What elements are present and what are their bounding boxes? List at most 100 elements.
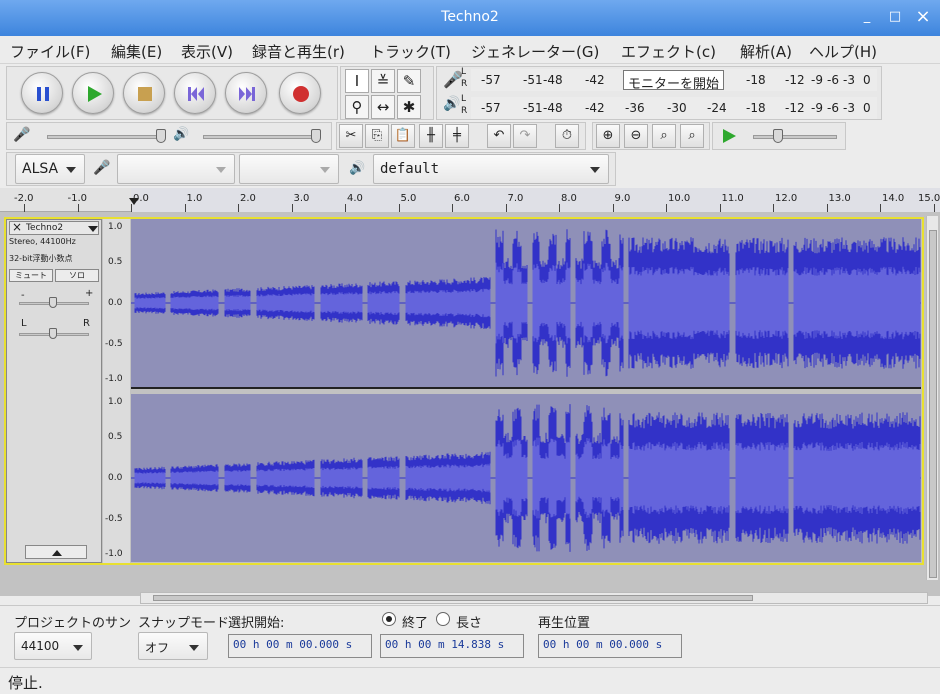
pause-button[interactable]	[21, 72, 63, 114]
menu-transport[interactable]: 録音と再生(r)	[252, 41, 345, 62]
silence-button[interactable]: ╪	[445, 124, 469, 148]
zoom-in-button[interactable]: ⊕	[596, 124, 620, 148]
playback-meter-tick: -42	[585, 101, 605, 115]
playback-speed-thumb[interactable]	[773, 129, 783, 143]
ruler-tick-label: 8.0	[561, 193, 577, 204]
horizontal-scrollbar-thumb[interactable]	[153, 595, 753, 601]
envelope-tool[interactable]: ≚	[371, 69, 395, 93]
trim-audio-icon: ╫	[427, 128, 435, 143]
playback-device-select[interactable]: default	[373, 154, 609, 184]
pause-icon	[37, 87, 49, 101]
menu-tracks[interactable]: トラック(T)	[370, 41, 451, 62]
playback-meter-right-label: R	[461, 106, 468, 116]
maximize-button[interactable]: □	[886, 9, 904, 24]
record-meter[interactable]: -57 -51 -48 -42 -18 -12 -9 -6 -3 0 モニターを…	[471, 69, 877, 92]
selection-start-time[interactable]: 00 h 00 m 00.000 s	[228, 634, 372, 658]
track-name-menu[interactable]: Techno2	[26, 223, 63, 233]
draw-tool[interactable]: ✎	[397, 69, 421, 93]
solo-button[interactable]: ソロ	[55, 269, 99, 282]
radio-dot-icon	[386, 616, 392, 622]
copy-button[interactable]: ⎘	[365, 124, 389, 148]
project-rate-select[interactable]: 44100	[14, 632, 92, 660]
audio-position-time[interactable]: 00 h 00 m 00.000 s	[538, 634, 682, 658]
menu-analyze[interactable]: 解析(A)	[740, 41, 792, 62]
ruler-tick-mark	[398, 204, 400, 212]
redo-button[interactable]: ↷	[513, 124, 537, 148]
recording-volume-slider[interactable]	[47, 135, 165, 139]
audio-host-select[interactable]: ALSA	[15, 154, 85, 184]
ruler-tick-mark	[773, 204, 774, 212]
menu-generate[interactable]: ジェネレーター(G)	[471, 41, 599, 62]
menu-file[interactable]: ファイル(F)	[10, 41, 90, 62]
start-monitoring-button[interactable]: モニターを開始	[623, 70, 725, 92]
timeline-ruler[interactable]: -2.0 -1.0 0.0 1.0 2.0 3.0 4.0 5.0 6.0 7.0 8.0 9.0 10…	[0, 188, 940, 212]
ruler-tick-mark	[24, 204, 25, 212]
playback-meter[interactable]: -57 -51 -48 -42 -36 -30 -24 -18 -12 -9 -…	[471, 97, 877, 119]
silence-audio-icon: ╪	[453, 128, 461, 143]
menu-effect[interactable]: エフェクト(c)	[621, 41, 716, 62]
skip-to-start-button[interactable]	[174, 72, 216, 114]
selection-tool[interactable]: I	[345, 69, 369, 93]
skip-to-end-button[interactable]	[225, 72, 267, 114]
waveform-left-channel[interactable]	[131, 219, 921, 387]
pencil-icon: ✎	[402, 72, 416, 90]
paste-button[interactable]: 📋	[391, 124, 415, 148]
playback-meter-tick: -57	[481, 101, 501, 115]
zoom-out-button[interactable]: ⊖	[624, 124, 648, 148]
playback-volume-slider[interactable]	[203, 135, 319, 139]
playback-speed-slider[interactable]	[753, 135, 837, 139]
menu-help[interactable]: ヘルプ(H)	[809, 41, 877, 62]
timer-icon: ⏱	[561, 128, 573, 143]
close-button[interactable]: ×	[914, 6, 932, 27]
mute-button[interactable]: ミュート	[9, 269, 53, 282]
end-radio[interactable]	[382, 612, 396, 626]
menu-edit[interactable]: 編集(E)	[111, 41, 162, 62]
snap-select[interactable]: オフ	[138, 632, 208, 660]
pan-thumb[interactable]	[49, 328, 57, 339]
window-title: Techno2	[441, 9, 499, 25]
cut-button[interactable]: ✂	[339, 124, 363, 148]
status-text: 停止.	[8, 674, 43, 692]
sync-lock-button[interactable]: ⏱	[555, 124, 579, 148]
recording-volume-thumb[interactable]	[156, 129, 166, 143]
record-meter-tick: -12	[785, 73, 805, 87]
trim-button[interactable]: ╫	[419, 124, 443, 148]
playback-meter-tick: -18	[746, 101, 766, 115]
recording-device-select[interactable]	[117, 154, 235, 184]
fit-project-button[interactable]: ⌕	[680, 124, 704, 148]
ruler-tick-label: -1.0	[67, 193, 88, 204]
fit-selection-button[interactable]: ⌕	[652, 124, 676, 148]
play-icon	[723, 129, 736, 143]
vertical-scrollbar-thumb[interactable]	[929, 230, 937, 578]
playback-meter-speaker-icon: 🔊	[443, 96, 461, 112]
chevron-down-icon	[73, 645, 83, 651]
play-button[interactable]	[72, 72, 114, 114]
mic-icon: 🎤	[93, 160, 111, 176]
edit-toolbar: ✂ ⎘ 📋 ╫ ╪ ↶ ↷ ⏱	[336, 122, 586, 150]
menu-view[interactable]: 表示(V)	[181, 41, 233, 62]
vertical-scrollbar[interactable]	[926, 216, 938, 580]
waveform-right-channel[interactable]	[131, 394, 921, 562]
multi-tool[interactable]: ✱	[397, 95, 421, 119]
timeshift-tool[interactable]: ↔	[371, 95, 395, 119]
zoom-tool[interactable]: ⚲	[345, 95, 369, 119]
undo-button[interactable]: ↶	[487, 124, 511, 148]
scale-label: -0.5	[105, 339, 123, 349]
close-track-icon[interactable]: ×	[12, 220, 22, 234]
recording-channels-select[interactable]	[239, 154, 339, 184]
tools-toolbar: I ≚ ✎ ⚲ ↔ ✱	[340, 66, 434, 120]
gain-thumb[interactable]	[49, 297, 57, 308]
length-radio[interactable]	[436, 612, 450, 626]
playback-volume-thumb[interactable]	[311, 129, 321, 143]
selection-end-time[interactable]: 00 h 00 m 14.838 s	[380, 634, 524, 658]
meter-toolbar: 🎤 L R -57 -51 -48 -42 -18 -12 -9 -6 -3 0…	[436, 66, 882, 120]
collapse-track-button[interactable]	[25, 545, 87, 559]
ruler-tick-label: 5.0	[400, 193, 417, 204]
horizontal-scrollbar[interactable]	[140, 592, 928, 604]
ruler-tick-mark	[131, 204, 132, 212]
record-button[interactable]	[279, 72, 321, 114]
minimize-button[interactable]: _	[858, 9, 876, 24]
playback-meter-tick: -12	[785, 101, 805, 115]
stop-button[interactable]	[123, 72, 165, 114]
play-at-speed-button[interactable]	[717, 124, 741, 148]
